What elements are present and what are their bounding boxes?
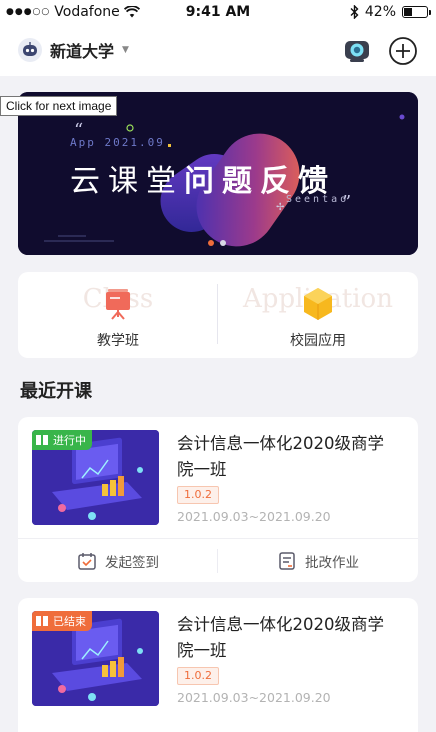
- tile-teaching-class[interactable]: Class 教学班: [18, 272, 218, 358]
- card-actions: 发起签到 批改作业: [18, 538, 418, 582]
- status-text: 已结束: [53, 615, 86, 628]
- promo-banner[interactable]: ✢ “ ” App 2021.09 云课堂问题反馈 Seentao: [18, 92, 418, 255]
- grade-homework-button[interactable]: 批改作业: [218, 539, 418, 582]
- chevron-down-icon: ▼: [122, 45, 129, 55]
- version-tag: 1.0.2: [177, 667, 219, 685]
- tile-label: 校园应用: [290, 333, 346, 349]
- camera-icon[interactable]: [342, 36, 372, 66]
- app-header: 新道大学 ▼: [0, 26, 436, 76]
- section-title-recent: 最近开课: [20, 381, 92, 402]
- course-card[interactable]: 进行中 会计信息一体化2020级商学院一班 1.0.2 2021.09.03~2…: [18, 417, 418, 582]
- status-text: 进行中: [53, 434, 86, 447]
- robot-avatar-icon: [18, 38, 42, 62]
- status-bar: ●●●○○ Vodafone 9:41 AM 42%: [0, 0, 436, 26]
- action-label: 批改作业: [305, 554, 359, 571]
- banner-title-light: 云课堂: [70, 164, 184, 199]
- battery-percent: 42%: [364, 4, 396, 20]
- school-name: 新道大学: [50, 42, 115, 61]
- course-name: 会计信息一体化2020级商学院一班: [177, 434, 384, 479]
- cube-icon: [304, 288, 332, 320]
- presentation-board-icon: [106, 289, 130, 320]
- school-switcher[interactable]: 新道大学 ▼: [18, 38, 129, 62]
- book-icon: [36, 616, 48, 626]
- banner-dot[interactable]: [220, 240, 226, 246]
- course-thumbnail: 进行中: [32, 430, 159, 525]
- status-badge: 已结束: [32, 611, 92, 631]
- tile-label: 教学班: [97, 333, 139, 349]
- banner-pagination: [208, 240, 226, 246]
- tile-campus-apps[interactable]: Application 校园应用: [218, 272, 418, 358]
- calendar-check-icon: [78, 552, 96, 570]
- banner-subtitle: App 2021.09: [70, 136, 165, 149]
- book-icon: [36, 435, 48, 445]
- action-label: 发起签到: [105, 554, 159, 571]
- banner-dot[interactable]: [208, 240, 214, 246]
- quick-entry-panel: Class 教学班 Application 校园应用: [18, 272, 418, 358]
- status-badge: 进行中: [32, 430, 92, 450]
- course-dates: 2021.09.03~2021.09.20: [177, 690, 331, 705]
- version-tag: 1.0.2: [177, 486, 219, 504]
- battery-icon: [402, 6, 431, 18]
- course-dates: 2021.09.03~2021.09.20: [177, 509, 331, 524]
- add-icon[interactable]: [388, 36, 418, 66]
- course-thumbnail: 已结束: [32, 611, 159, 706]
- document-icon: [279, 551, 295, 570]
- course-card[interactable]: 已结束 会计信息一体化2020级商学院一班 1.0.2 2021.09.03~2…: [18, 598, 418, 732]
- start-check-in-button[interactable]: 发起签到: [18, 539, 218, 582]
- banner-brand: Seentao: [286, 194, 350, 205]
- battery-group: 42%: [350, 4, 431, 20]
- course-name: 会计信息一体化2020级商学院一班: [177, 615, 384, 660]
- svg-text:✢: ✢: [276, 202, 284, 213]
- action-divider: [217, 549, 218, 573]
- bluetooth-icon: [350, 5, 359, 19]
- tooltip: Click for next image: [0, 96, 118, 116]
